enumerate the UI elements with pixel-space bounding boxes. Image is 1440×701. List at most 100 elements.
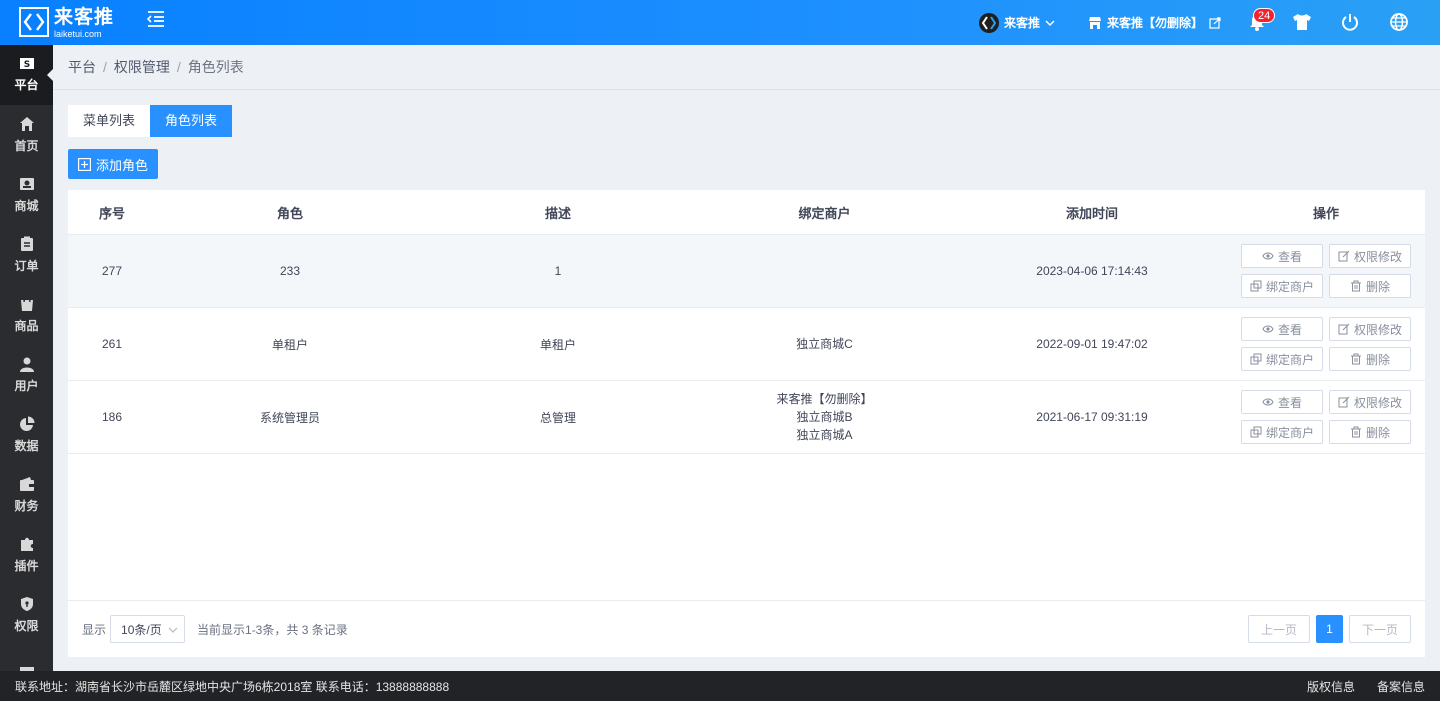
add-role-button[interactable]: 添加角色 bbox=[68, 149, 158, 179]
sidebar: S 平台 首页 商城 订单 商品 用户 数据 财务 插件 权限 bbox=[0, 45, 53, 671]
puzzle-icon bbox=[20, 537, 33, 551]
notification-badge: 24 bbox=[1253, 8, 1276, 23]
cell-bind: 独立商城C bbox=[692, 308, 957, 380]
table-row: 277 233 1 2023-04-06 17:14:43 查看 权限修改 绑定… bbox=[68, 235, 1425, 308]
power-icon[interactable] bbox=[1340, 12, 1360, 32]
record-link[interactable]: 备案信息 bbox=[1377, 678, 1425, 695]
cell-desc: 总管理 bbox=[539, 410, 576, 425]
breadcrumb-item[interactable]: 平台 bbox=[68, 57, 96, 77]
edit-permission-button[interactable]: 权限修改 bbox=[1329, 317, 1411, 341]
shirt-icon[interactable] bbox=[1292, 12, 1312, 32]
sidebar-item-mall[interactable]: 商城 bbox=[0, 165, 53, 225]
bind-merchant: 独立商城A bbox=[796, 428, 853, 442]
cell-actions: 查看 权限修改 绑定商户 删除 bbox=[1227, 381, 1425, 453]
eye-icon bbox=[1262, 398, 1274, 406]
view-button[interactable]: 查看 bbox=[1241, 244, 1323, 268]
sidebar-item-image[interactable] bbox=[0, 645, 53, 671]
shop-icon bbox=[1089, 16, 1101, 29]
column-header: 操作 bbox=[1312, 205, 1339, 221]
store-switcher[interactable]: 来客推 bbox=[978, 0, 1056, 45]
home-icon bbox=[19, 117, 34, 131]
copy-icon bbox=[1250, 280, 1262, 292]
edit-icon bbox=[1338, 323, 1350, 335]
tab-menu-list[interactable]: 菜单列表 bbox=[68, 105, 151, 137]
breadcrumb-current: 角色列表 bbox=[187, 59, 244, 75]
breadcrumb-item[interactable]: 权限管理 bbox=[114, 57, 170, 77]
copyright-link[interactable]: 版权信息 bbox=[1307, 678, 1355, 695]
page-size-select[interactable]: 10条/页 bbox=[110, 615, 186, 643]
edit-permission-button[interactable]: 权限修改 bbox=[1329, 390, 1411, 414]
column-header: 绑定商户 bbox=[798, 205, 851, 221]
sidebar-item-data[interactable]: 数据 bbox=[0, 405, 53, 465]
delete-button[interactable]: 删除 bbox=[1329, 347, 1411, 371]
cell-role: 系统管理员 bbox=[259, 410, 320, 425]
breadcrumb: 平台 / 权限管理 / 角色列表 bbox=[53, 45, 1440, 90]
column-header: 序号 bbox=[98, 205, 125, 221]
sidebar-item-label: 商城 bbox=[14, 199, 39, 213]
tab-bar: 菜单列表 角色列表 bbox=[68, 105, 233, 137]
cell-actions: 查看 权限修改 绑定商户 删除 bbox=[1227, 308, 1425, 380]
cell-id: 277 bbox=[101, 264, 123, 278]
cell-bind bbox=[692, 235, 957, 307]
sidebar-item-label: 用户 bbox=[14, 379, 39, 393]
globe-icon[interactable] bbox=[1389, 12, 1409, 32]
goods-icon bbox=[20, 297, 33, 311]
shop-entry[interactable]: 来客推【勿删除】 bbox=[1088, 0, 1221, 45]
edit-permission-button[interactable]: 权限修改 bbox=[1329, 244, 1411, 268]
bind-merchant-button[interactable]: 绑定商户 bbox=[1241, 420, 1323, 444]
footer: 联系地址：湖南省长沙市岳麓区绿地中央广场6栋2018室 联系电话：1388888… bbox=[0, 671, 1440, 701]
store-logo-icon bbox=[979, 12, 999, 33]
breadcrumb-separator: / bbox=[103, 59, 107, 75]
trash-icon bbox=[1350, 353, 1361, 365]
sidebar-item-home[interactable]: 首页 bbox=[0, 105, 53, 165]
delete-button[interactable]: 删除 bbox=[1329, 274, 1411, 298]
sidebar-item-goods[interactable]: 商品 bbox=[0, 285, 53, 345]
cell-bind: 来客推【勿删除】 独立商城B 独立商城A bbox=[692, 381, 957, 453]
bind-merchant: 来客推【勿删除】 bbox=[776, 392, 873, 406]
column-header: 描述 bbox=[544, 205, 571, 221]
svg-text:S: S bbox=[23, 60, 29, 70]
pagination: 显示 10条/页 当前显示1-3条，共 3 条记录 上一页 1 下一页 bbox=[68, 600, 1425, 657]
delete-button[interactable]: 删除 bbox=[1329, 420, 1411, 444]
trash-icon bbox=[1350, 426, 1361, 438]
sidebar-item-label: 平台 bbox=[14, 78, 39, 92]
cell-role: 233 bbox=[279, 264, 301, 278]
table-row: 186 系统管理员 总管理 来客推【勿删除】 独立商城B 独立商城A 2021-… bbox=[68, 381, 1425, 454]
logo-mark-icon bbox=[19, 7, 49, 37]
table-header: 序号 角色 描述 绑定商户 添加时间 操作 bbox=[68, 190, 1425, 235]
sidebar-item-label: 订单 bbox=[14, 259, 39, 273]
next-page-button[interactable]: 下一页 bbox=[1349, 615, 1411, 643]
chevron-down-icon bbox=[168, 627, 178, 633]
breadcrumb-separator: / bbox=[176, 59, 181, 75]
prev-page-button[interactable]: 上一页 bbox=[1248, 615, 1310, 643]
sidebar-item-order[interactable]: 订单 bbox=[0, 225, 53, 285]
sidebar-item-label: 数据 bbox=[14, 439, 39, 453]
sidebar-item-label: 插件 bbox=[14, 559, 39, 573]
view-button[interactable]: 查看 bbox=[1241, 317, 1323, 341]
wallet-icon bbox=[19, 477, 34, 491]
view-button[interactable]: 查看 bbox=[1241, 390, 1323, 414]
logo-text: 来客推 bbox=[54, 7, 115, 28]
sidebar-item-platform[interactable]: S 平台 bbox=[0, 45, 53, 105]
sidebar-item-finance[interactable]: 财务 bbox=[0, 465, 53, 525]
bind-merchant-button[interactable]: 绑定商户 bbox=[1241, 274, 1323, 298]
page-number-button[interactable]: 1 bbox=[1316, 615, 1343, 643]
cell-actions: 查看 权限修改 绑定商户 删除 bbox=[1227, 235, 1425, 307]
shield-icon bbox=[20, 597, 33, 611]
sidebar-item-plugin[interactable]: 插件 bbox=[0, 525, 53, 585]
logo[interactable]: 来客推 laiketui.com bbox=[19, 7, 114, 39]
cell-time: 2022-09-01 19:47:02 bbox=[1036, 337, 1148, 351]
sidebar-item-label: 商品 bbox=[14, 319, 39, 333]
copy-icon bbox=[1250, 353, 1262, 365]
sidebar-item-user[interactable]: 用户 bbox=[0, 345, 53, 405]
cell-time: 2021-06-17 09:31:19 bbox=[1036, 410, 1148, 424]
table-row: 261 单租户 单租户 独立商城C 2022-09-01 19:47:02 查看… bbox=[68, 308, 1425, 381]
cell-desc: 1 bbox=[554, 264, 562, 278]
menu-toggle-icon[interactable] bbox=[146, 10, 166, 28]
order-icon bbox=[20, 236, 33, 251]
bind-merchant-button[interactable]: 绑定商户 bbox=[1241, 347, 1323, 371]
sidebar-item-permission[interactable]: 权限 bbox=[0, 585, 53, 645]
eye-icon bbox=[1262, 252, 1274, 260]
tab-role-list[interactable]: 角色列表 bbox=[150, 105, 233, 137]
chevron-down-icon bbox=[1045, 19, 1055, 26]
